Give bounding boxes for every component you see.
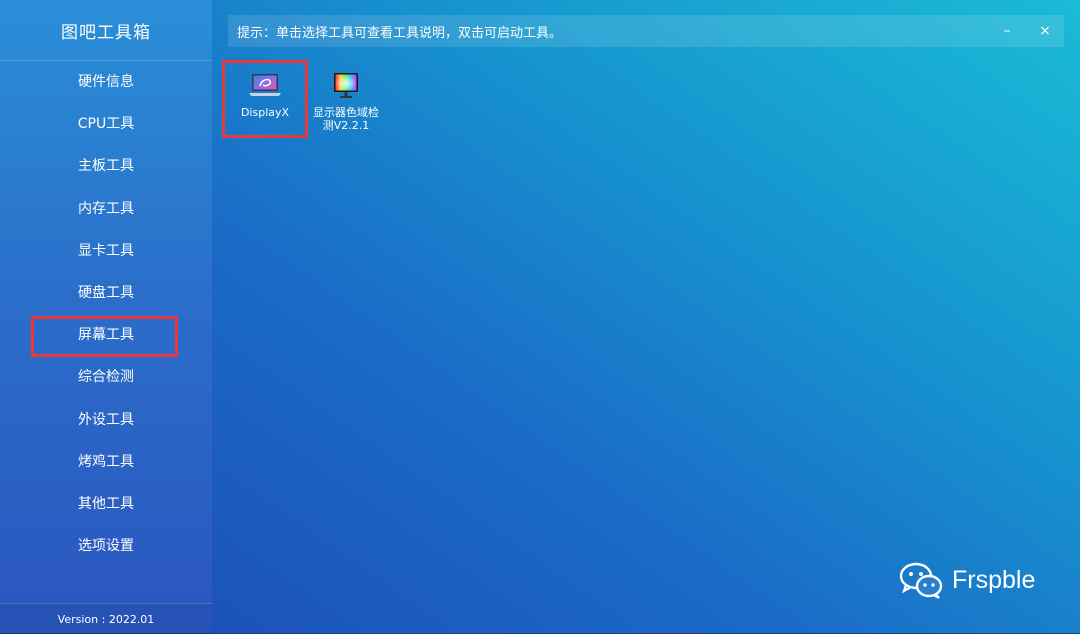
app-window: 图吧工具箱 硬件信息 CPU工具 主板工具 内存工具 显卡工具 硬盘工具 屏幕工… (0, 0, 1080, 634)
laptop-display-icon (249, 74, 281, 96)
tool-monitor-color-gamut[interactable]: 显示器色域检 测V2.2.1 (305, 62, 387, 132)
sidebar-item-disk-tools[interactable]: 硬盘工具 (0, 271, 212, 313)
sidebar-item-screen-tools[interactable]: 屏幕工具 (0, 313, 212, 355)
tool-label-line1: 显示器色域检 (313, 106, 379, 119)
sidebar-item-motherboard-tools[interactable]: 主板工具 (0, 144, 212, 186)
sidebar-item-hardware-info[interactable]: 硬件信息 (0, 60, 212, 102)
sidebar-item-settings[interactable]: 选项设置 (0, 524, 212, 566)
hint-bar: 提示：单击选择工具可查看工具说明，双击可启动工具。 – × (228, 15, 1064, 47)
sidebar-item-memory-tools[interactable]: 内存工具 (0, 187, 212, 229)
sidebar-nav: 硬件信息 CPU工具 主板工具 内存工具 显卡工具 硬盘工具 屏幕工具 综合检测… (0, 60, 212, 566)
hint-text: 提示：单击选择工具可查看工具说明，双击可启动工具。 (237, 25, 563, 41)
sidebar-item-comprehensive-test[interactable]: 综合检测 (0, 355, 212, 397)
sidebar-item-other-tools[interactable]: 其他工具 (0, 482, 212, 524)
sidebar: 图吧工具箱 硬件信息 CPU工具 主板工具 内存工具 显卡工具 硬盘工具 屏幕工… (0, 0, 212, 634)
sidebar-item-peripheral-tools[interactable]: 外设工具 (0, 398, 212, 440)
version-label: Version : 2022.01 (0, 603, 212, 634)
tool-label-line2: 测V2.2.1 (322, 119, 370, 132)
sidebar-item-cpu-tools[interactable]: CPU工具 (0, 102, 212, 144)
close-button[interactable]: × (1026, 15, 1064, 47)
watermark-text: Frspble (952, 565, 1036, 594)
sidebar-item-stress-tools[interactable]: 烤鸡工具 (0, 440, 212, 482)
watermark: Frspble (898, 560, 1035, 600)
monitor-color-icon (334, 73, 358, 98)
tool-label: 显示器色域检 测V2.2.1 (313, 106, 379, 132)
tool-displayx[interactable]: DisplayX (224, 62, 306, 119)
wechat-icon (899, 562, 943, 599)
tool-label: DisplayX (240, 106, 290, 119)
sidebar-item-gpu-tools[interactable]: 显卡工具 (0, 229, 212, 271)
minimize-button[interactable]: – (988, 15, 1026, 47)
app-title: 图吧工具箱 (0, 0, 212, 61)
